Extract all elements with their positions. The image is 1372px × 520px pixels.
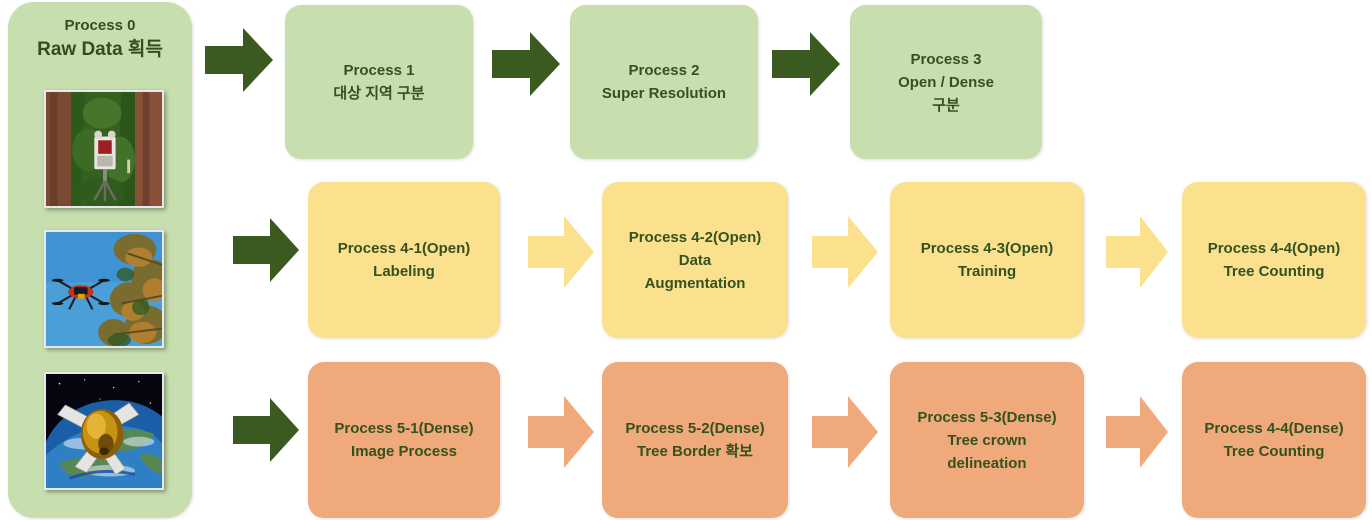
process-box-label: Process 5-3(Dense) Tree crown delineatio…	[917, 408, 1057, 472]
process-box-process-5-2-dense[interactable]: Process 5-2(Dense) Tree Border 확보	[602, 362, 788, 518]
process-box-process-4-1-open[interactable]: Process 4-1(Open) Labeling	[308, 182, 500, 338]
arrow-process53-to-process54	[1106, 396, 1168, 468]
terrestrial-lidar-scanner-photo	[44, 90, 164, 208]
process-box-process-4-4-dense[interactable]: Process 4-4(Dense) Tree Counting	[1182, 362, 1366, 518]
arrow-process43-to-process44	[1106, 216, 1168, 288]
process-box-label: Process 1 대상 지역 구분	[333, 62, 425, 102]
process-box-label: Process 5-1(Dense) Image Process	[334, 420, 474, 460]
process-box-process-5-1-dense[interactable]: Process 5-1(Dense) Image Process	[308, 362, 500, 518]
process-box-label: Process 4-4(Open) Tree Counting	[1207, 240, 1341, 280]
arrow-process2-to-process3	[772, 32, 840, 96]
process-box-process-4-2-open[interactable]: Process 4-2(Open) Data Augmentation	[602, 182, 788, 338]
flowchart-canvas: Process 0 Raw Data 획득 Process 1 대상 지역 구분…	[0, 0, 1372, 520]
process-box-process-4-4-open[interactable]: Process 4-4(Open) Tree Counting	[1182, 182, 1366, 338]
satellite-photo	[44, 372, 164, 490]
process0-title-line2: Raw Data 획득	[37, 39, 163, 60]
process-box-label: Process 4-1(Open) Labeling	[337, 240, 471, 280]
process-box-process-3[interactable]: Process 3 Open / Dense 구분	[850, 5, 1042, 159]
process-box-label: Process 4-4(Dense) Tree Counting	[1204, 420, 1344, 460]
process-box-process-2[interactable]: Process 2 Super Resolution	[570, 5, 758, 159]
process0-title: Process 0 Raw Data 획득	[8, 16, 192, 63]
process-box-label: Process 5-2(Dense) Tree Border 확보	[625, 420, 765, 460]
arrow-process42-to-process43	[812, 216, 878, 288]
arrow-panel-to-process1	[205, 28, 273, 92]
process-box-process-4-3-open[interactable]: Process 4-3(Open) Training	[890, 182, 1084, 338]
arrow-panel-to-process41	[233, 218, 299, 282]
arrow-panel-to-process51	[233, 398, 299, 462]
arrow-process51-to-process52	[528, 396, 594, 468]
process-box-label: Process 4-3(Open) Training	[920, 240, 1054, 280]
process-box-label: Process 3 Open / Dense 구분	[898, 50, 994, 114]
process-box-process-5-3-dense[interactable]: Process 5-3(Dense) Tree crown delineatio…	[890, 362, 1084, 518]
arrow-process52-to-process53	[812, 396, 878, 468]
process-box-process-1[interactable]: Process 1 대상 지역 구분	[285, 5, 473, 159]
process-box-label: Process 4-2(Open) Data Augmentation	[628, 228, 762, 292]
process0-title-line1: Process 0	[64, 17, 136, 34]
process-box-label: Process 2 Super Resolution	[601, 62, 727, 102]
process0-panel: Process 0 Raw Data 획득	[8, 2, 192, 518]
drone-photo	[44, 230, 164, 348]
arrow-process41-to-process42	[528, 216, 594, 288]
arrow-process1-to-process2	[492, 32, 560, 96]
